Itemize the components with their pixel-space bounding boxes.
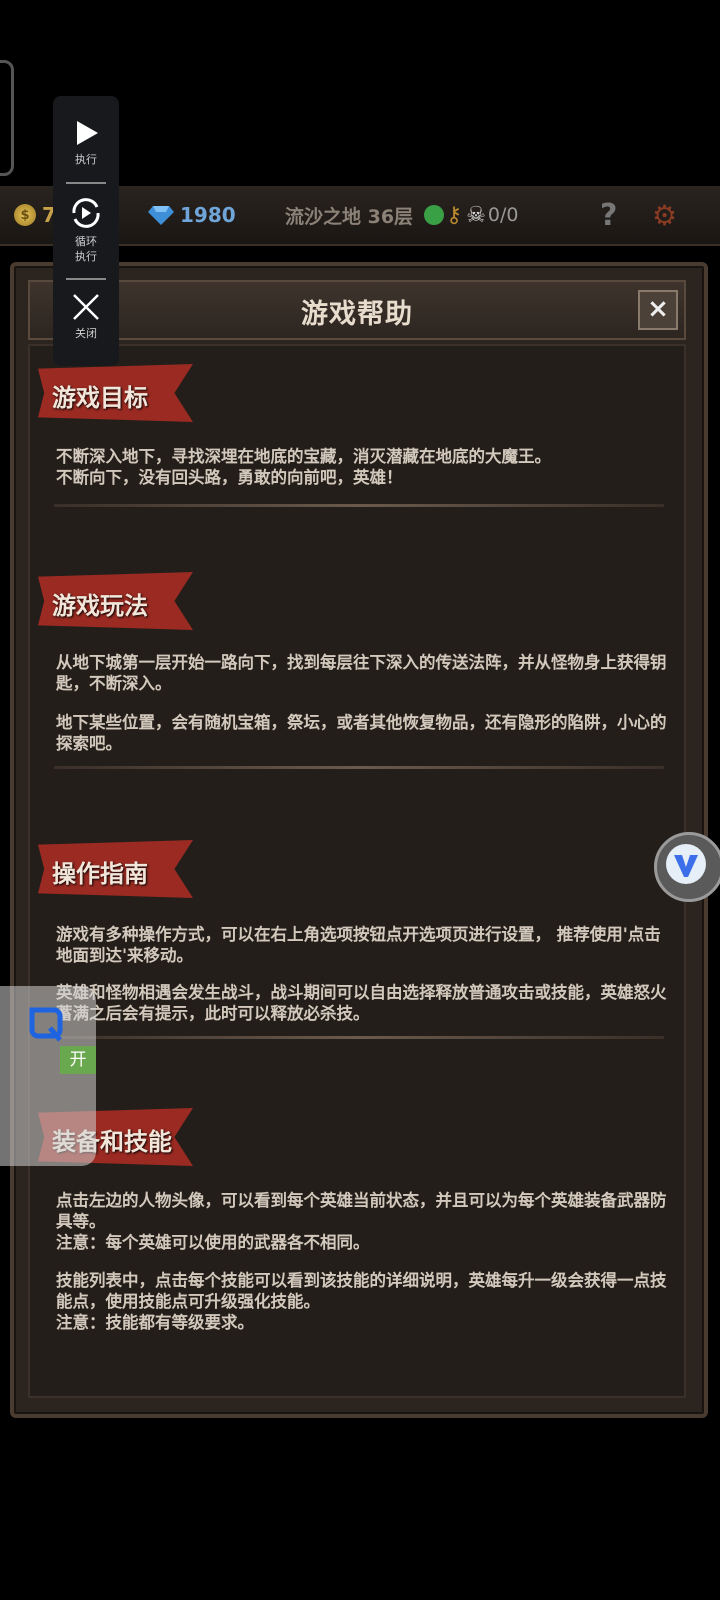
- section-title: 游戏玩法: [52, 592, 148, 620]
- divider: [54, 504, 664, 507]
- floor-label: 流沙之地 36层: [285, 205, 414, 228]
- close-toolbar-button[interactable]: 关闭: [53, 292, 119, 341]
- divider: [54, 766, 664, 769]
- loop-label-1: 循环: [75, 235, 97, 248]
- settings-button[interactable]: ⚙: [652, 186, 677, 244]
- dialog-header: 游戏帮助 ×: [28, 280, 686, 340]
- gem-counter: 1980: [148, 186, 236, 244]
- v-assistant-bubble[interactable]: [654, 832, 720, 902]
- section-title: 游戏目标: [52, 384, 148, 412]
- loop-run-button[interactable]: 循环 执行: [53, 196, 119, 264]
- keys-and-kills: ⚷ ☠ 0/0: [424, 186, 518, 244]
- help-button[interactable]: ?: [600, 186, 617, 244]
- green-key-icon: [424, 205, 444, 225]
- close-icon: [73, 294, 99, 320]
- section-paragraph: 点击左边的人物头像，可以看到每个英雄当前状态，并且可以为每个英雄装备武器防具等。…: [56, 1191, 667, 1252]
- floating-toolbar: 执行 循环 执行 关闭: [53, 96, 119, 366]
- section-paragraph: 游戏有多种操作方式，可以在右上角选项按钮点开选项页进行设置， 推荐使用'点击地面…: [56, 925, 661, 965]
- play-icon: [77, 121, 98, 145]
- kill-count: 0/0: [487, 204, 519, 226]
- close-label: 关闭: [75, 327, 97, 340]
- close-button[interactable]: ×: [638, 290, 678, 330]
- toolbar-separator: [66, 278, 106, 280]
- key-icon: ⚷: [446, 202, 463, 228]
- section-paragraph: 地下某些位置，会有随机宝箱，祭坛，或者其他恢复物品，还有隐形的陷阱，小心的探索吧…: [56, 713, 667, 753]
- gear-icon: ⚙: [652, 198, 678, 232]
- gem-value: 1980: [180, 203, 236, 227]
- side-floating-panel[interactable]: 开: [0, 986, 96, 1166]
- section-paragraph: 英雄和怪物相遇会发生战斗，战斗期间可以自由选择释放普通攻击或技能，英雄怒火蓄满之…: [56, 983, 667, 1023]
- section-title: 操作指南: [52, 860, 148, 888]
- divider: [54, 1036, 664, 1039]
- floor-indicator: 流沙之地 36层: [285, 186, 413, 244]
- diamond-icon: [148, 206, 174, 225]
- dialog-title: 游戏帮助: [301, 299, 413, 330]
- gold-counter: $ 7: [14, 186, 56, 244]
- run-label: 执行: [75, 153, 97, 166]
- coin-icon: $: [14, 204, 36, 226]
- question-icon: ?: [600, 197, 618, 233]
- loop-icon: [72, 198, 100, 228]
- v-logo-icon: [666, 844, 706, 884]
- dialog-body[interactable]: 游戏目标 不断深入地下，寻找深埋在地底的宝藏，消灭潜藏在地底的大魔王。 不断向下…: [28, 344, 686, 1398]
- app-logo-icon: [29, 1007, 63, 1042]
- section-paragraph: 从地下城第一层开始一路向下，找到每层往下深入的传送法阵，并从怪物身上获得钥匙，不…: [56, 653, 667, 693]
- edge-drag-handle[interactable]: [0, 60, 14, 176]
- section-paragraph: 不断深入地下，寻找深埋在地底的宝藏，消灭潜藏在地底的大魔王。 不断向下，没有回头…: [56, 447, 551, 487]
- toolbar-separator: [66, 182, 106, 184]
- section-paragraph: 技能列表中，点击每个技能可以看到该技能的详细说明，英雄每升一级会获得一点技能点，…: [56, 1271, 667, 1332]
- help-dialog: 游戏帮助 × 游戏目标 不断深入地下，寻找深埋在地底的宝藏，消灭潜藏在地底的大魔…: [10, 262, 708, 1418]
- run-button[interactable]: 执行: [53, 118, 119, 167]
- loop-label-2: 执行: [75, 250, 97, 263]
- skull-icon: ☠: [466, 202, 486, 228]
- open-status-badge: 开: [60, 1046, 96, 1074]
